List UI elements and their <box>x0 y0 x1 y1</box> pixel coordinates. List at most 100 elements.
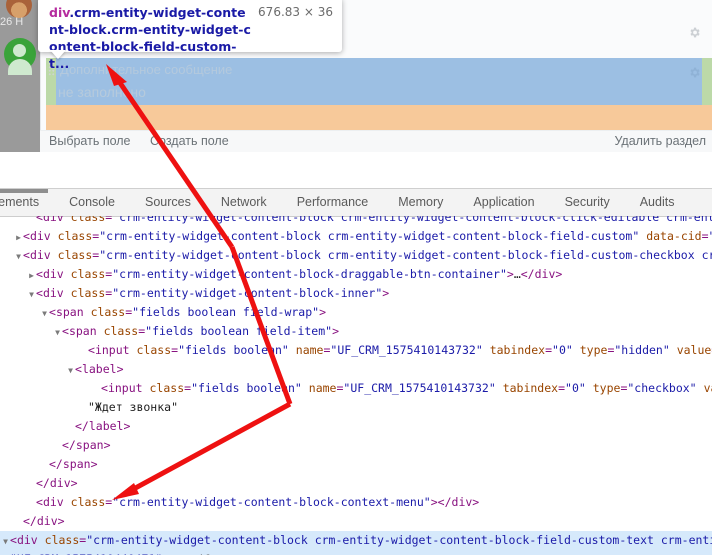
code-token-attr: tabindex <box>489 343 546 357</box>
delete-section-button[interactable]: Удалить раздел <box>614 134 706 148</box>
dom-tree-row-content: <div class="crm-entity-widget-content-bl… <box>27 216 712 227</box>
tab-memory[interactable]: Memory <box>383 189 458 216</box>
expand-triangle-open-icon[interactable]: ▼ <box>53 323 62 342</box>
dom-tree-row[interactable]: </div> <box>0 512 712 531</box>
code-token-val: "fields boolean field-wrap" <box>132 305 320 319</box>
dom-tree-row[interactable]: ▼ <label> <box>0 360 712 379</box>
expand-triangle-closed-icon[interactable]: ▶ <box>14 228 23 247</box>
tab-elements[interactable]: Elements <box>0 189 54 216</box>
gear-icon[interactable] <box>688 26 701 39</box>
code-token-tag: span <box>62 457 91 471</box>
code-token-attr: data-cid <box>646 229 702 243</box>
code-token-punc: < <box>101 381 108 395</box>
select-field-button[interactable]: Выбрать поле <box>49 134 131 148</box>
code-token-punc: </ <box>23 514 37 528</box>
code-token-tag: div <box>42 216 64 224</box>
dom-tree-row[interactable]: ▼ <div class="crm-entity-widget-content-b… <box>0 284 712 303</box>
code-token-punc: > <box>116 362 124 376</box>
dom-tree-row[interactable]: ▶ <div class="crm-entity-widget-content-b… <box>0 227 712 246</box>
dom-tree-row[interactable]: ▼ <span class="fields boolean field-item"… <box>0 322 712 341</box>
expand-triangle-open-icon[interactable]: ▼ <box>1 532 10 551</box>
dom-tree-row[interactable]: ▼ <div class="crm-entity-widget-content-b… <box>0 531 712 550</box>
tab-console[interactable]: Console <box>54 189 130 216</box>
tooltip-pointer <box>50 50 66 59</box>
code-token-attr: name <box>295 343 324 357</box>
gear-icon[interactable] <box>688 66 701 79</box>
expand-triangle-open-icon[interactable]: ▼ <box>27 285 36 304</box>
code-token-punc: > <box>90 457 98 471</box>
dom-tree-row[interactable]: <div class="crm-entity-widget-content-bl… <box>0 493 712 512</box>
dom-tree-row[interactable]: ▼ <span class="fields boolean field-wrap"… <box>0 303 712 322</box>
devtools-panel: ElementsConsoleSourcesNetworkPerformance… <box>0 188 712 555</box>
tab-sources[interactable]: Sources <box>130 189 206 216</box>
devtools-tabbar: ElementsConsoleSourcesNetworkPerformance… <box>0 189 712 217</box>
create-field-button[interactable]: Создать поле <box>150 134 229 148</box>
dom-tree-row[interactable]: </div> <box>0 474 712 493</box>
dom-tree-row-content: ▼ <div class="crm-entity-widget-content-b… <box>27 284 389 304</box>
code-token-punc: < <box>36 495 43 509</box>
dom-tree-row[interactable]: <div class="crm-entity-widget-content-bl… <box>0 216 712 227</box>
code-token-tag: div <box>36 514 58 528</box>
dom-tree[interactable]: <div class="crm-entity-widget-content-bl… <box>0 216 712 555</box>
tab-security[interactable]: Security <box>550 189 625 216</box>
code-token-val: "fields boolean field-item" <box>145 324 333 338</box>
code-token-val: "crm-entity-widget-content-block crm-ent… <box>112 216 712 224</box>
expand-triangle-closed-icon[interactable]: ▶ <box>27 266 36 285</box>
code-token-punc: < <box>23 229 30 243</box>
code-token-tag: label <box>88 419 124 433</box>
code-token-tag: div <box>42 286 64 300</box>
code-token-val: "crm-entity-widget-content-block-context… <box>112 495 431 509</box>
code-token-attr: name <box>308 381 337 395</box>
code-token-tag: span <box>68 324 97 338</box>
field-value[interactable]: не заполнено <box>58 84 146 100</box>
code-token-val: "crm-entity-widget-content-block crm-ent… <box>99 229 640 243</box>
dom-tree-row[interactable]: </span> <box>0 455 712 474</box>
expand-triangle-open-icon[interactable]: ▼ <box>66 361 75 380</box>
tab-audits[interactable]: Audits <box>625 189 690 216</box>
code-token-attr: class <box>70 216 106 224</box>
dom-tree-row[interactable]: "Ждет звонка" <box>0 398 712 417</box>
code-token-val: "fields boolean" <box>178 343 289 357</box>
expand-triangle-open-icon[interactable]: ▼ <box>14 247 23 266</box>
avatar[interactable] <box>4 38 36 75</box>
dom-tree-row[interactable]: ▶ <div class="crm-entity-widget-content-b… <box>0 265 712 284</box>
code-token-attr: value <box>703 381 712 395</box>
field-actions-bar: Выбрать поле Создать поле Удалить раздел <box>40 130 712 153</box>
expand-triangle-open-icon[interactable]: ▼ <box>40 304 49 323</box>
dom-tree-row[interactable]: </label> <box>0 417 712 436</box>
code-token-punc: < <box>36 286 43 300</box>
code-token-txtnode: "Ждет звонка" <box>88 400 179 414</box>
dom-tree-row-content: ▼ <div class="crm-entity-widget-content-b… <box>1 531 712 551</box>
code-token-punc: </ <box>437 495 452 509</box>
tab-application[interactable]: Application <box>458 189 549 216</box>
code-token-punc: </ <box>62 438 76 452</box>
code-token-attr: class <box>149 381 185 395</box>
dom-tree-row[interactable]: "UF_CRM_1575410440471"> == $0 <box>0 550 712 555</box>
tab-network[interactable]: Network <box>206 189 282 216</box>
dom-tree-row[interactable]: </span> <box>0 436 712 455</box>
code-token-attr: class <box>44 533 80 547</box>
code-token-tag: span <box>55 305 84 319</box>
dom-tree-row[interactable]: <input class="fields boolean" name="UF_C… <box>0 379 712 398</box>
dom-tree-row-content: </div> <box>14 512 65 532</box>
dom-tree-row[interactable]: ▼ <div class="crm-entity-widget-content-b… <box>0 246 712 265</box>
code-token-val: "0" <box>565 381 586 395</box>
code-token-attr: class <box>70 286 106 300</box>
code-token-tag: div <box>29 248 51 262</box>
code-token-punc: < <box>23 248 30 262</box>
code-token-punc: > <box>103 438 111 452</box>
code-token-punc: < <box>62 324 69 338</box>
dom-tree-row[interactable]: <input class="fields boolean" name="UF_C… <box>0 341 712 360</box>
dom-tree-row-content: "UF_CRM_1575410440471"> == $0 <box>1 550 211 555</box>
tab-performance[interactable]: Performance <box>282 189 384 216</box>
